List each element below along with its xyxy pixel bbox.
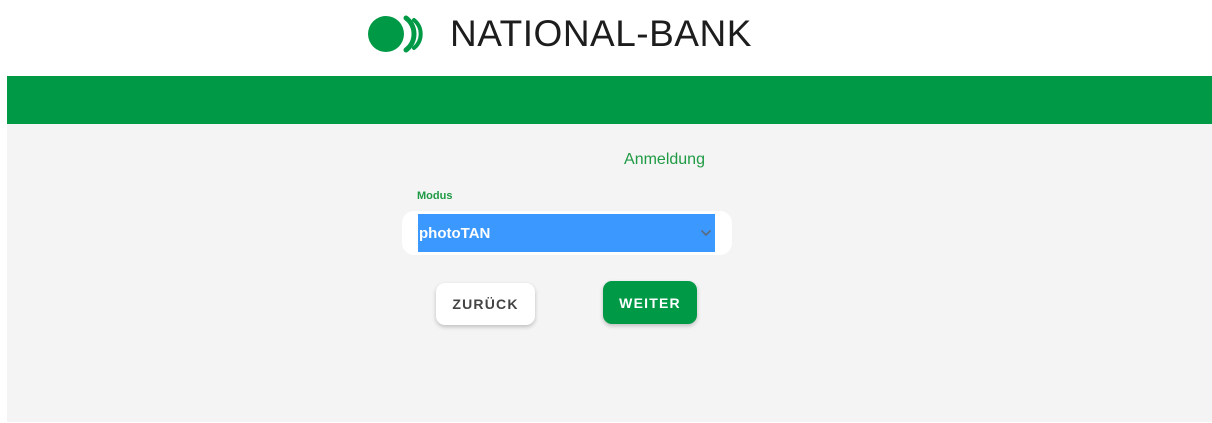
top-banner	[7, 76, 1212, 124]
header: NATIONAL-BANK	[0, 0, 1212, 76]
next-button[interactable]: WEITER	[603, 281, 697, 324]
bank-logo: NATIONAL-BANK	[368, 14, 752, 54]
mode-select[interactable]: photoTAN	[418, 214, 715, 252]
mode-select-value: photoTAN	[419, 224, 491, 242]
back-button[interactable]: ZURÜCK	[436, 283, 535, 325]
brand-name: NATIONAL-BANK	[450, 13, 752, 54]
bank-logo-icon	[368, 15, 423, 53]
chevron-down-icon	[701, 230, 711, 236]
page-title: Anmeldung	[624, 151, 705, 168]
mode-select-container: photoTAN	[402, 211, 732, 255]
login-panel: Anmeldung Modus photoTAN ZURÜCK WEITER	[7, 124, 1212, 422]
mode-label: Modus	[417, 190, 453, 202]
